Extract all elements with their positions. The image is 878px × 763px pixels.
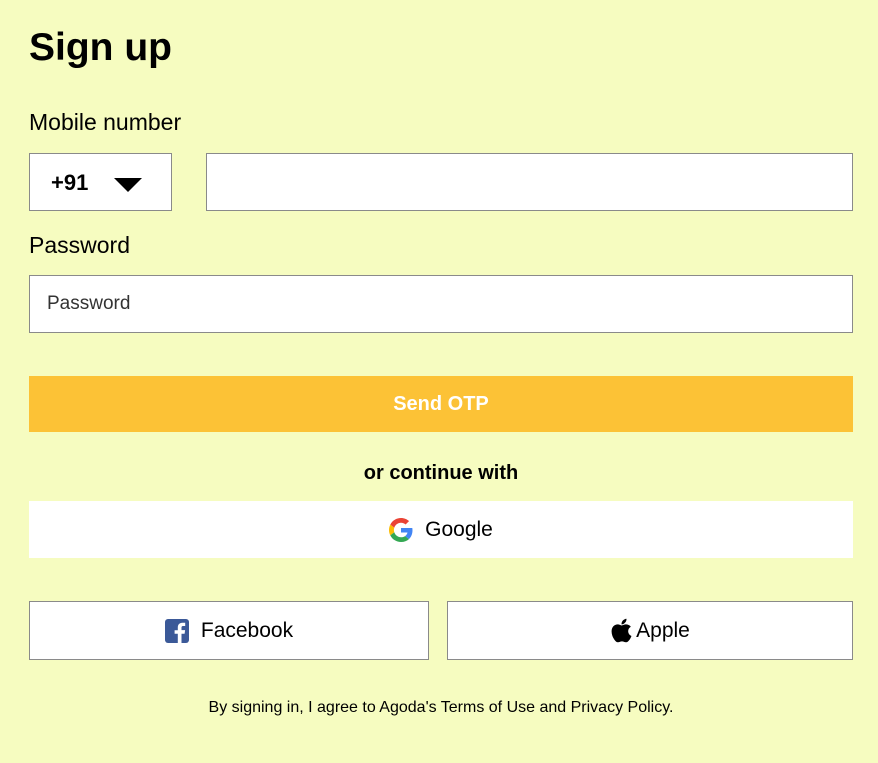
terms-of-use-link[interactable]: Terms of Use (441, 699, 535, 716)
google-signin-button[interactable]: Google (29, 501, 853, 558)
continue-with-text: or continue with (363, 462, 519, 484)
apple-icon (610, 617, 633, 644)
country-code-value: +91 (51, 170, 89, 195)
facebook-icon (164, 618, 189, 643)
privacy-policy-link[interactable]: Privacy Policy (571, 699, 669, 716)
mobile-number-label: Mobile number (29, 109, 182, 135)
facebook-label: Facebook (200, 618, 294, 642)
page-title: Sign up (29, 26, 172, 69)
legal-notice: By signing in, I agree to Agoda's Terms … (29, 698, 853, 718)
google-icon (389, 517, 413, 542)
signup-page: Sign up Mobile number +91 Password Send … (0, 0, 878, 763)
legal-prefix: By signing in, I agree to Agoda's (208, 699, 441, 716)
apple-signin-button[interactable]: Apple (447, 601, 853, 660)
legal-suffix: . (669, 699, 674, 716)
password-label: Password (29, 232, 130, 258)
google-label: Google (425, 517, 493, 541)
country-code-select[interactable]: +91 (29, 153, 172, 211)
mobile-number-input[interactable] (206, 153, 853, 211)
legal-and: and (535, 699, 571, 716)
caret-down-icon (114, 178, 142, 192)
send-otp-button[interactable]: Send OTP (29, 376, 853, 432)
facebook-signin-button[interactable]: Facebook (29, 601, 429, 660)
password-input[interactable] (29, 275, 853, 333)
apple-label: Apple (636, 618, 690, 642)
